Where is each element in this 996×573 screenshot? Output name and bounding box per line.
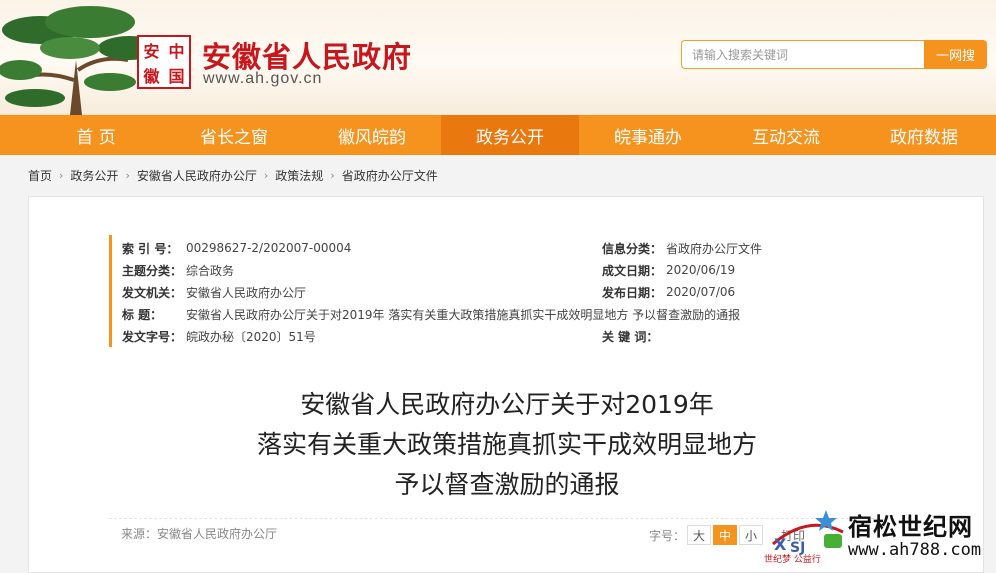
meta-value: 综合政务 (186, 263, 235, 278)
breadcrumb-link[interactable]: 政策法规 (275, 167, 323, 184)
meta-label: 成文日期： (602, 263, 663, 278)
article-title-line: 落实有关重大政策措施真抓实干成效明显地方 (256, 430, 757, 459)
meta-info-category: 信息分类： 省政府办公厅文件 (602, 239, 762, 257)
site-url: www.ah.gov.cn (203, 70, 323, 87)
nav-item-home[interactable]: 首 页 (27, 115, 165, 155)
font-size-label: 字号： (649, 528, 686, 543)
breadcrumb-link[interactable]: 省政府办公厅文件 (342, 167, 438, 184)
font-size-large-button[interactable]: 大 (687, 525, 712, 545)
search-bar: 一网搜 (681, 40, 987, 69)
meta-label: 发文字号： (122, 329, 183, 344)
breadcrumb: 首页 › 政务公开 › 安徽省人民政府办公厅 › 政策法规 › 省政府办公厅文件 (28, 166, 438, 184)
meta-topic: 主题分类： 综合政务 (122, 261, 234, 279)
nav-item-gov-data[interactable]: 政府数据 (855, 115, 993, 155)
meta-value: 省政府办公厅文件 (666, 241, 763, 256)
chevron-right-icon: › (330, 168, 335, 182)
watermark-tagline: 世纪梦 公益行 (764, 555, 821, 565)
meta-issuer: 发文机关： 安徽省人民政府办公厅 (122, 283, 306, 301)
seal-char: 安 (143, 41, 160, 61)
breadcrumb-link[interactable]: 首页 (28, 167, 52, 184)
meta-label: 发文机关： (122, 285, 183, 300)
main-nav: 首 页 省长之窗 徽风皖韵 政务公开 皖事通办 互动交流 政府数据 (0, 115, 996, 155)
article-title-line: 予以督查激励的通报 (394, 470, 620, 499)
seal-char: 国 (168, 66, 185, 86)
meta-label: 主题分类： (122, 263, 183, 278)
meta-value: 皖政办秘〔2020〕51号 (186, 329, 316, 344)
meta-label: 关 键 词： (602, 329, 659, 344)
search-input[interactable] (681, 40, 924, 69)
nav-item-governor[interactable]: 省长之窗 (165, 115, 303, 155)
meta-index: 索 引 号： 00298627-2/202007-00004 (122, 239, 351, 257)
government-seal-logo: 安 中 徽 国 (137, 35, 191, 89)
meta-label: 标 题： (122, 307, 163, 322)
seal-char: 徽 (143, 66, 160, 86)
chevron-right-icon: › (125, 168, 130, 182)
meta-label: 发布日期： (602, 285, 663, 300)
chevron-right-icon: › (263, 168, 269, 182)
chevron-right-icon: › (59, 168, 64, 182)
meta-value: 2020/06/19 (666, 263, 736, 277)
document-metadata: 索 引 号： 00298627-2/202007-00004 信息分类： 省政府… (109, 235, 879, 347)
search-button[interactable]: 一网搜 (924, 40, 987, 69)
meta-label: 索 引 号： (122, 241, 179, 256)
font-size-medium-button[interactable]: 中 (713, 525, 738, 545)
meta-label: 信息分类： (602, 241, 663, 256)
site-header: 安 中 徽 国 安徽省人民政府 www.ah.gov.cn 一网搜 (0, 0, 996, 115)
article-title: 安徽省人民政府办公厅关于对2019年 落实有关重大政策措施真抓实干成效明显地方 … (29, 385, 985, 505)
watermark: X SJ 世纪梦 公益行 宿松世纪网 www.ah788.com (760, 502, 996, 573)
meta-value: 安徽省人民政府办公厅 (186, 285, 307, 300)
meta-publish-date: 发布日期： 2020/07/06 (602, 283, 735, 301)
watermark-url: www.ah788.com (848, 540, 982, 560)
nav-item-services[interactable]: 皖事通办 (579, 115, 717, 155)
watermark-name: 宿松世纪网 (848, 512, 973, 541)
meta-keywords: 关 键 词： (602, 327, 666, 345)
meta-value: 2020/07/06 (666, 285, 736, 299)
meta-doc-number: 发文字号： 皖政办秘〔2020〕51号 (122, 327, 316, 345)
breadcrumb-link[interactable]: 安徽省人民政府办公厅 (137, 167, 257, 184)
nav-item-gov-affairs[interactable]: 政务公开 (441, 115, 579, 155)
article-title-line: 安徽省人民政府办公厅关于对2019年 (300, 390, 714, 419)
article-source: 来源：安徽省人民政府办公厅 (121, 527, 278, 541)
breadcrumb-link[interactable]: 政务公开 (70, 167, 118, 184)
meta-title: 标 题： 安徽省人民政府办公厅关于对2019年 落实有关重大政策措施真抓实干成效… (122, 305, 740, 323)
nav-item-interaction[interactable]: 互动交流 (717, 115, 855, 155)
nav-item-culture[interactable]: 徽风皖韵 (303, 115, 441, 155)
meta-value: 00298627-2/202007-00004 (186, 241, 352, 255)
seal-char: 中 (168, 41, 185, 61)
meta-value: 安徽省人民政府办公厅关于对2019年 落实有关重大政策措施真抓实干成效明显地方 … (186, 307, 741, 322)
meta-written-date: 成文日期： 2020/06/19 (602, 261, 735, 279)
